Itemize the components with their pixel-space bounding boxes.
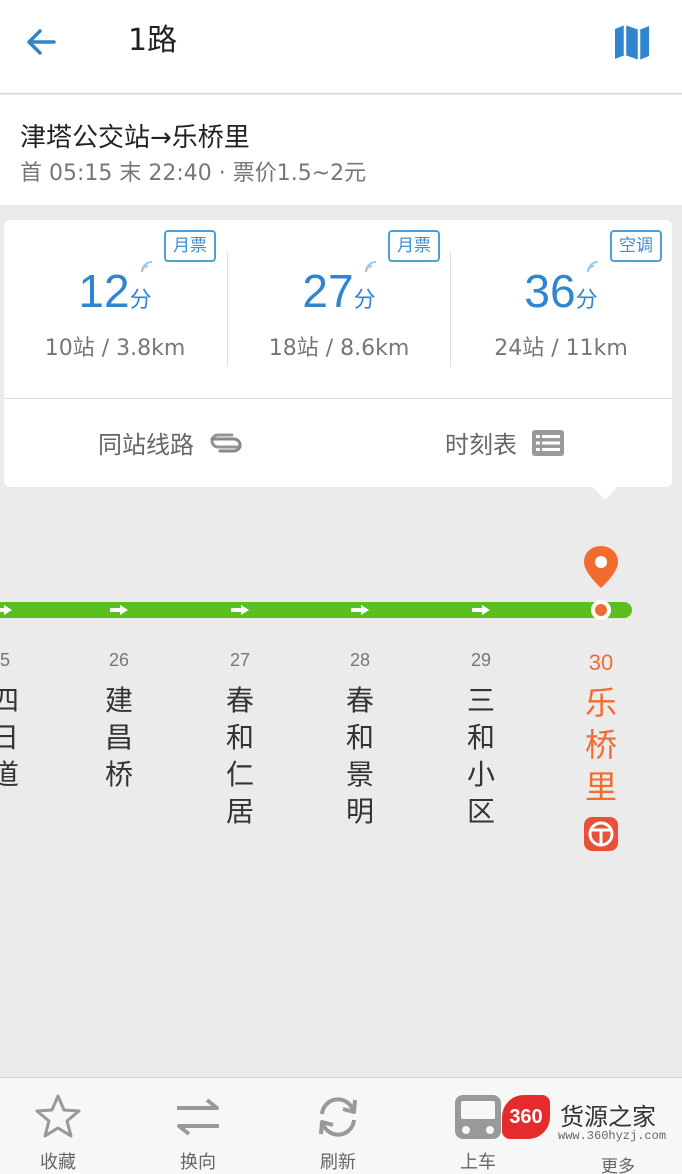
favorite-label: 收藏	[40, 1152, 76, 1173]
direction-arrow-icon	[351, 605, 369, 615]
stop-number: 28	[349, 650, 371, 670]
refresh-button[interactable]: 刷新	[288, 1078, 388, 1174]
watermark-logo: 360	[502, 1095, 550, 1139]
stop-name: 四日道	[0, 684, 19, 791]
favorite-button[interactable]: 收藏	[8, 1078, 108, 1174]
reverse-label: 换向	[180, 1152, 216, 1173]
transfer-icon	[210, 433, 242, 452]
stop-item[interactable]: 5 四日道	[0, 650, 35, 793]
watermark-text: 货源之家	[560, 1103, 656, 1131]
stop-number: 26	[108, 650, 130, 670]
same-station-label: 同站线路	[98, 431, 194, 459]
arrival-time: 36分	[524, 265, 598, 317]
stop-number: 27	[229, 650, 251, 670]
top-bar: 1路	[0, 0, 682, 94]
back-button[interactable]	[22, 22, 62, 62]
direction-arrow-icon	[0, 605, 12, 615]
star-icon	[35, 1094, 81, 1138]
more-label: 更多	[601, 1157, 635, 1174]
route-name: 津塔公交站→乐桥里	[20, 123, 250, 153]
watermark-url: www.360hyzj.com	[558, 1129, 667, 1143]
stop-item[interactable]: 29 三和小区	[451, 650, 511, 830]
arrival-3[interactable]: 空调 36分 24站 / 11km	[450, 220, 672, 398]
metro-icon	[584, 817, 618, 851]
direction-arrow-icon	[231, 605, 249, 615]
arrival-time: 27分	[302, 265, 376, 317]
stop-name: 建昌桥	[104, 684, 133, 791]
route-line: 5 四日道 26 建昌桥 27 春和仁居 28 春和景明 29 三和小区 30 …	[0, 530, 682, 870]
arrival-distance: 24站 / 11km	[494, 336, 628, 361]
back-arrow-icon	[27, 29, 56, 55]
reverse-direction-button[interactable]: 换向	[148, 1078, 248, 1174]
bus-line-track	[0, 602, 632, 618]
stop-item[interactable]: 26 建昌桥	[89, 650, 149, 793]
swap-icon	[177, 1098, 219, 1136]
stop-number: 29	[470, 650, 492, 670]
stop-name: 乐桥里	[584, 684, 617, 806]
refresh-label: 刷新	[320, 1152, 356, 1173]
stop-name: 春和仁居	[225, 684, 254, 828]
stop-number: 5	[0, 650, 10, 670]
arrival-card: 月票 12分 10站 / 3.8km 月票 27分 18站 / 8.6km 空调…	[4, 220, 672, 500]
refresh-icon	[319, 1097, 357, 1137]
route-info: 津塔公交站→乐桥里 首 05:15 末 22:40 · 票价1.5~2元	[0, 95, 682, 205]
direction-arrow-icon	[110, 605, 128, 615]
stop-item[interactable]: 28 春和景明	[330, 650, 390, 830]
destination-dot	[591, 600, 611, 620]
stop-number: 30	[588, 650, 614, 675]
timetable-button[interactable]: 时刻表	[338, 398, 672, 487]
stop-item[interactable]: 27 春和仁居	[210, 650, 270, 830]
bus-icon	[455, 1095, 501, 1139]
aircon-badge: 空调	[610, 230, 662, 262]
stop-name: 三和小区	[466, 684, 495, 828]
arrival-time: 12分	[78, 265, 152, 317]
route-schedule-fare: 首 05:15 末 22:40 · 票价1.5~2元	[20, 161, 367, 186]
arrival-1[interactable]: 月票 12分 10站 / 3.8km	[4, 220, 226, 398]
ticket-badge: 月票	[164, 230, 216, 262]
stop-name: 春和景明	[345, 684, 374, 828]
ticket-badge: 月票	[388, 230, 440, 262]
map-icon	[615, 25, 649, 60]
arrival-distance: 18站 / 8.6km	[268, 336, 410, 361]
timetable-label: 时刻表	[445, 431, 517, 459]
arrival-distance: 10站 / 3.8km	[44, 336, 186, 361]
destination-stop[interactable]: 30 乐桥里	[571, 650, 631, 856]
arrival-2[interactable]: 月票 27分 18站 / 8.6km	[228, 220, 450, 398]
map-button[interactable]	[610, 20, 654, 64]
page-title: 1路	[128, 23, 178, 58]
direction-arrow-icon	[472, 605, 490, 615]
location-pin-icon	[584, 546, 618, 588]
list-icon	[532, 429, 564, 456]
same-station-lines-button[interactable]: 同站线路	[4, 398, 338, 487]
watermark: 360 货源之家 www.360hyzj.com	[502, 1095, 682, 1155]
